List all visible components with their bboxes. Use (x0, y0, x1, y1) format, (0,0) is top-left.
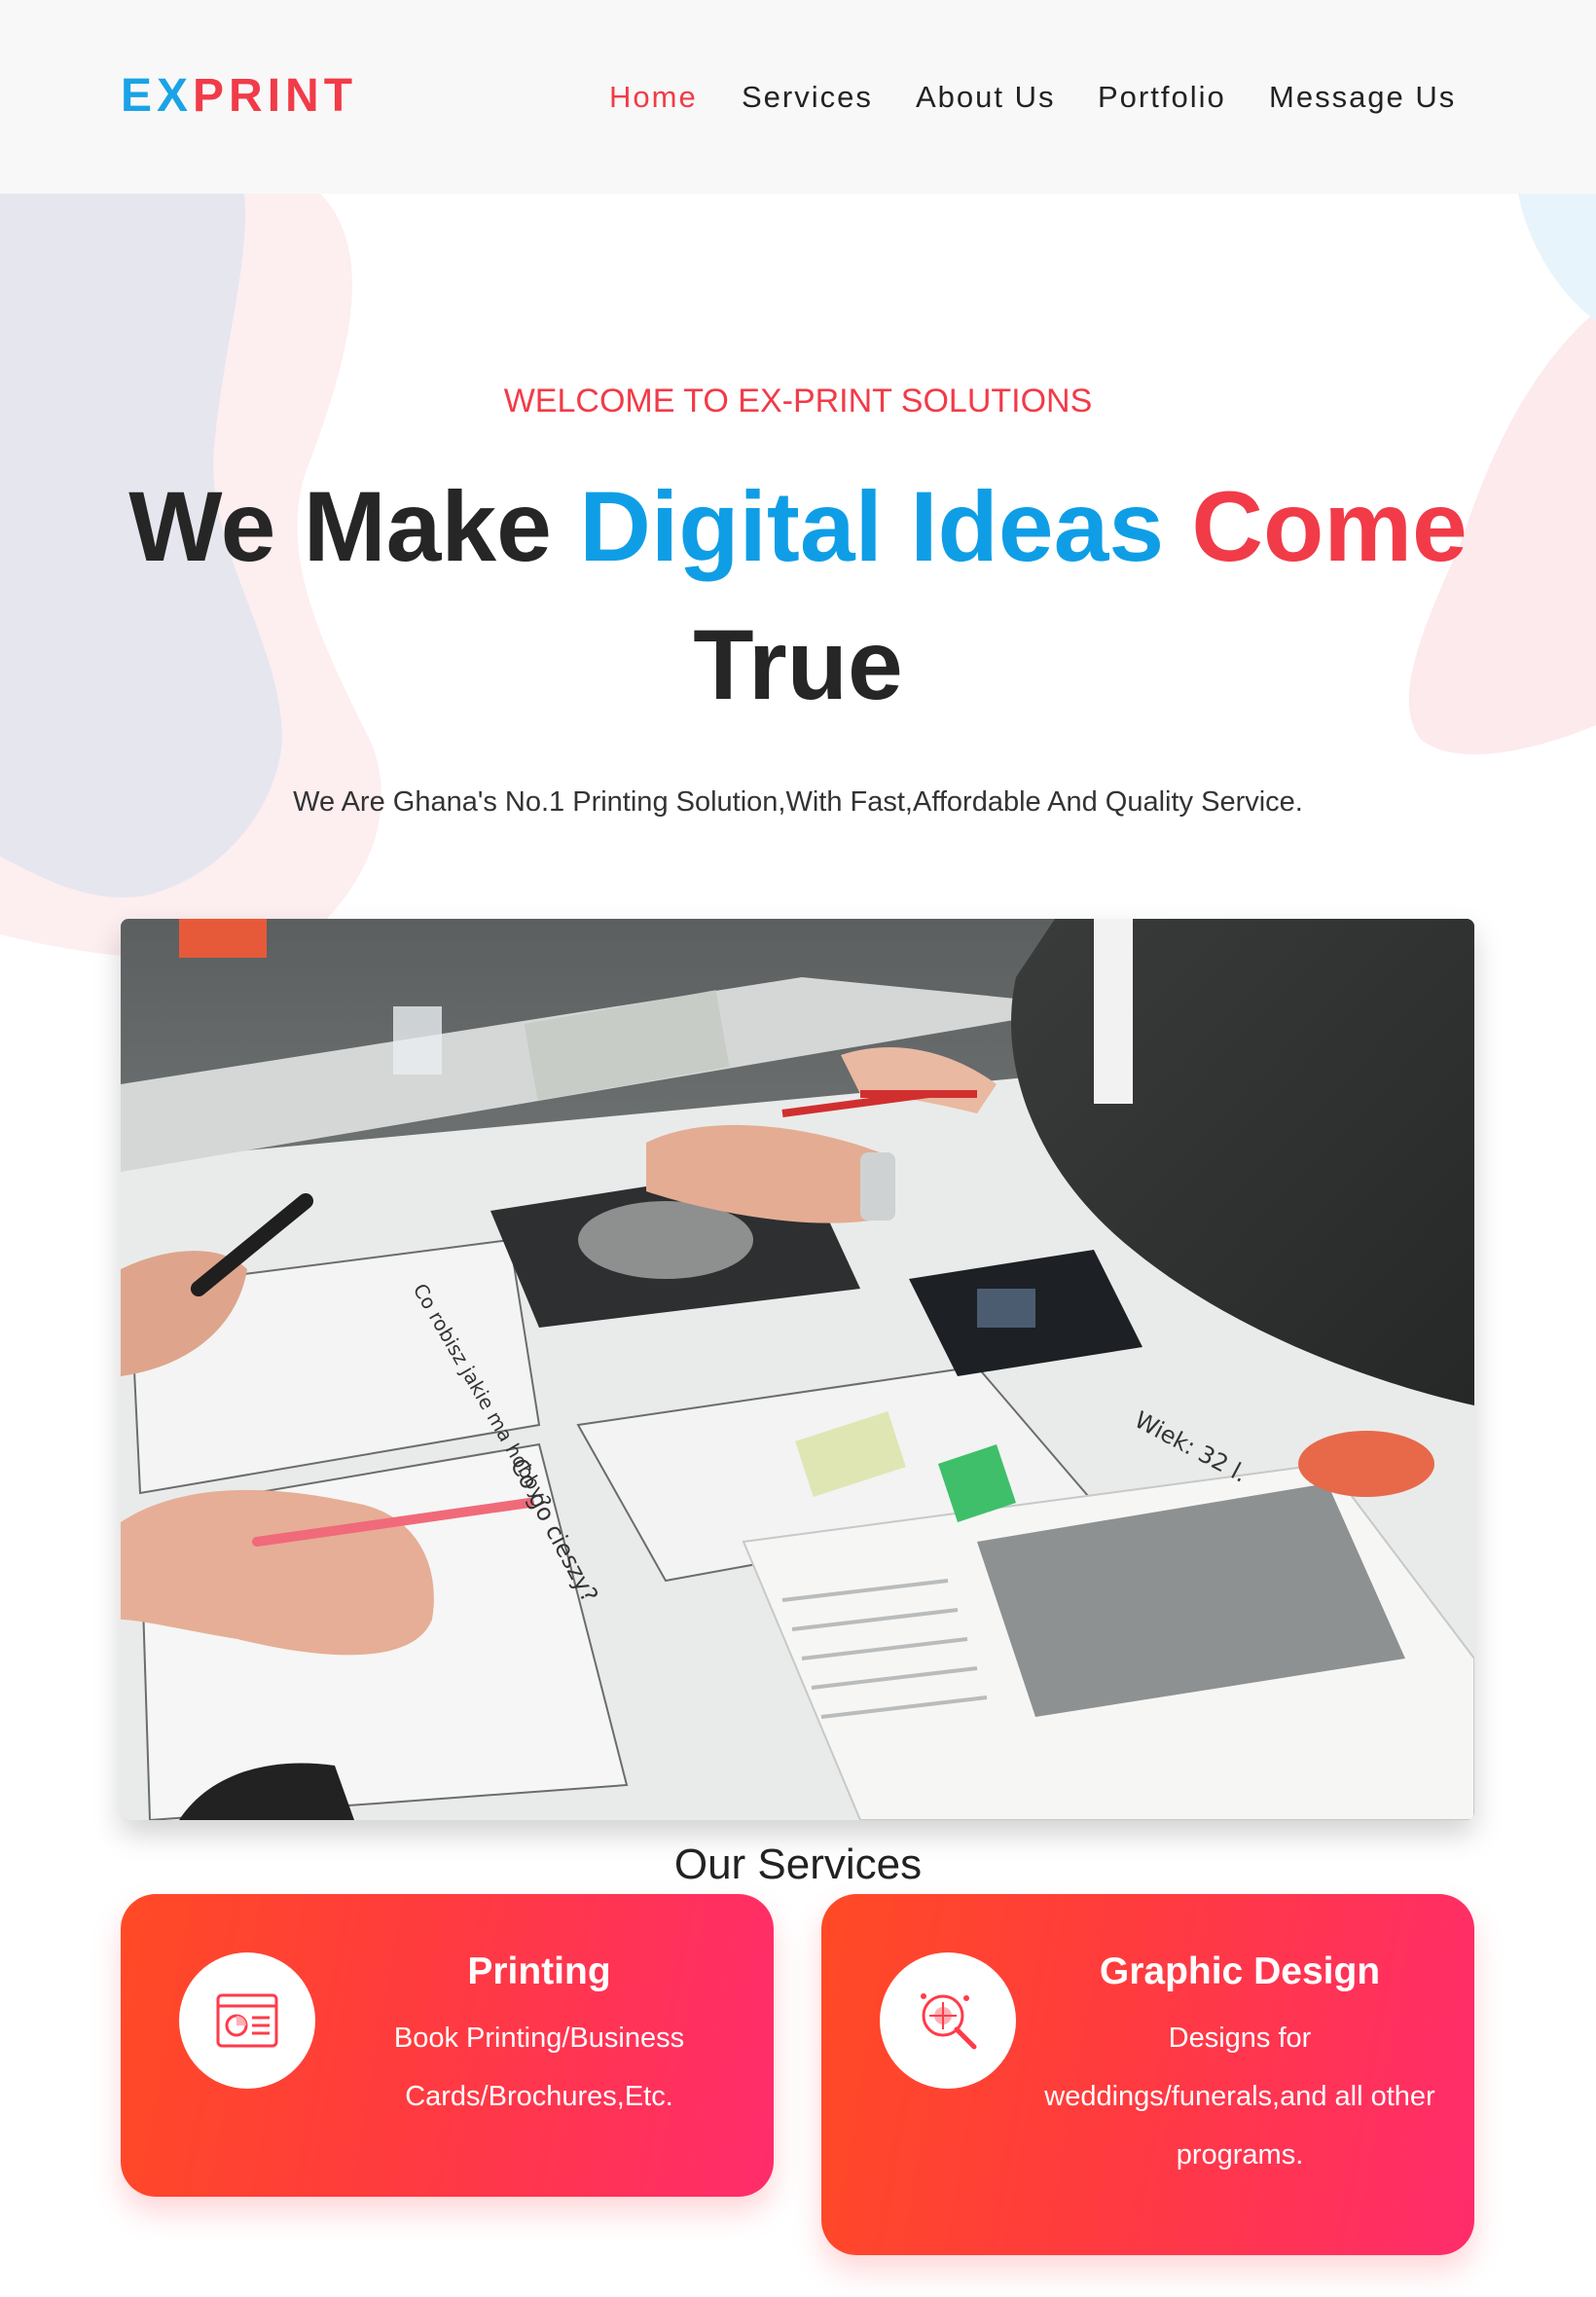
nav-services[interactable]: Services (742, 74, 873, 121)
welcome-tagline: WELCOME TO EX-PRINT SOLUTIONS (503, 383, 1093, 419)
headline-part-4: True (693, 609, 903, 720)
lanyard-badge (1094, 919, 1133, 1104)
main-nav: Home Services About Us Portfolio Message… (0, 74, 1596, 121)
nav-message-us[interactable]: Message Us (1269, 74, 1456, 121)
nav-portfolio[interactable]: Portfolio (1098, 74, 1226, 121)
hero-subtext: We Are Ghana's No.1 Printing Solution,Wi… (293, 786, 1303, 818)
printing-title: Printing (467, 1951, 611, 1992)
graphic-design-description: Designs for weddings/funerals,and all ot… (1044, 2023, 1435, 2170)
nav-home[interactable]: Home (609, 74, 698, 121)
services-heading: Our Services (673, 1841, 923, 1888)
hero-photo: Co robisz jakie ma hobby? Co go cieszy? … (121, 919, 1474, 1820)
headline-part-1: We Make (128, 471, 580, 582)
wristwatch (860, 1152, 895, 1221)
bw-print-1-highlight (578, 1201, 753, 1279)
orange-box (179, 919, 267, 958)
service-card-graphic-design[interactable]: Graphic Design Designs for weddings/fune… (821, 1894, 1474, 2255)
headline-highlight-blue: Digital Ideas (579, 471, 1165, 582)
headline-highlight-red: Come (1191, 471, 1468, 582)
bw-print-2-window (977, 1289, 1035, 1328)
printed-document-icon (216, 1993, 278, 2048)
design-search-icon (921, 1993, 977, 2050)
printing-description: Book Printing/Business Cards/Brochures,E… (393, 2023, 685, 2112)
page: EXPRINT Home Services About Us Portfolio… (0, 0, 1596, 2297)
hero-headline: We Make Digital Ideas Come True (0, 457, 1596, 734)
plastic-cup (393, 1006, 442, 1075)
site-header: EXPRINT Home Services About Us Portfolio… (0, 0, 1596, 194)
service-card-printing[interactable]: Printing Book Printing/Business Cards/Br… (121, 1894, 774, 2197)
nav-about-us[interactable]: About Us (916, 74, 1056, 121)
orange-swatch (1298, 1431, 1434, 1497)
blue-blob-right (1518, 194, 1596, 321)
design-search-icon-circle (880, 1952, 1016, 2089)
graphic-design-title: Graphic Design (1099, 1951, 1381, 1992)
printed-document-icon-circle (179, 1952, 315, 2089)
